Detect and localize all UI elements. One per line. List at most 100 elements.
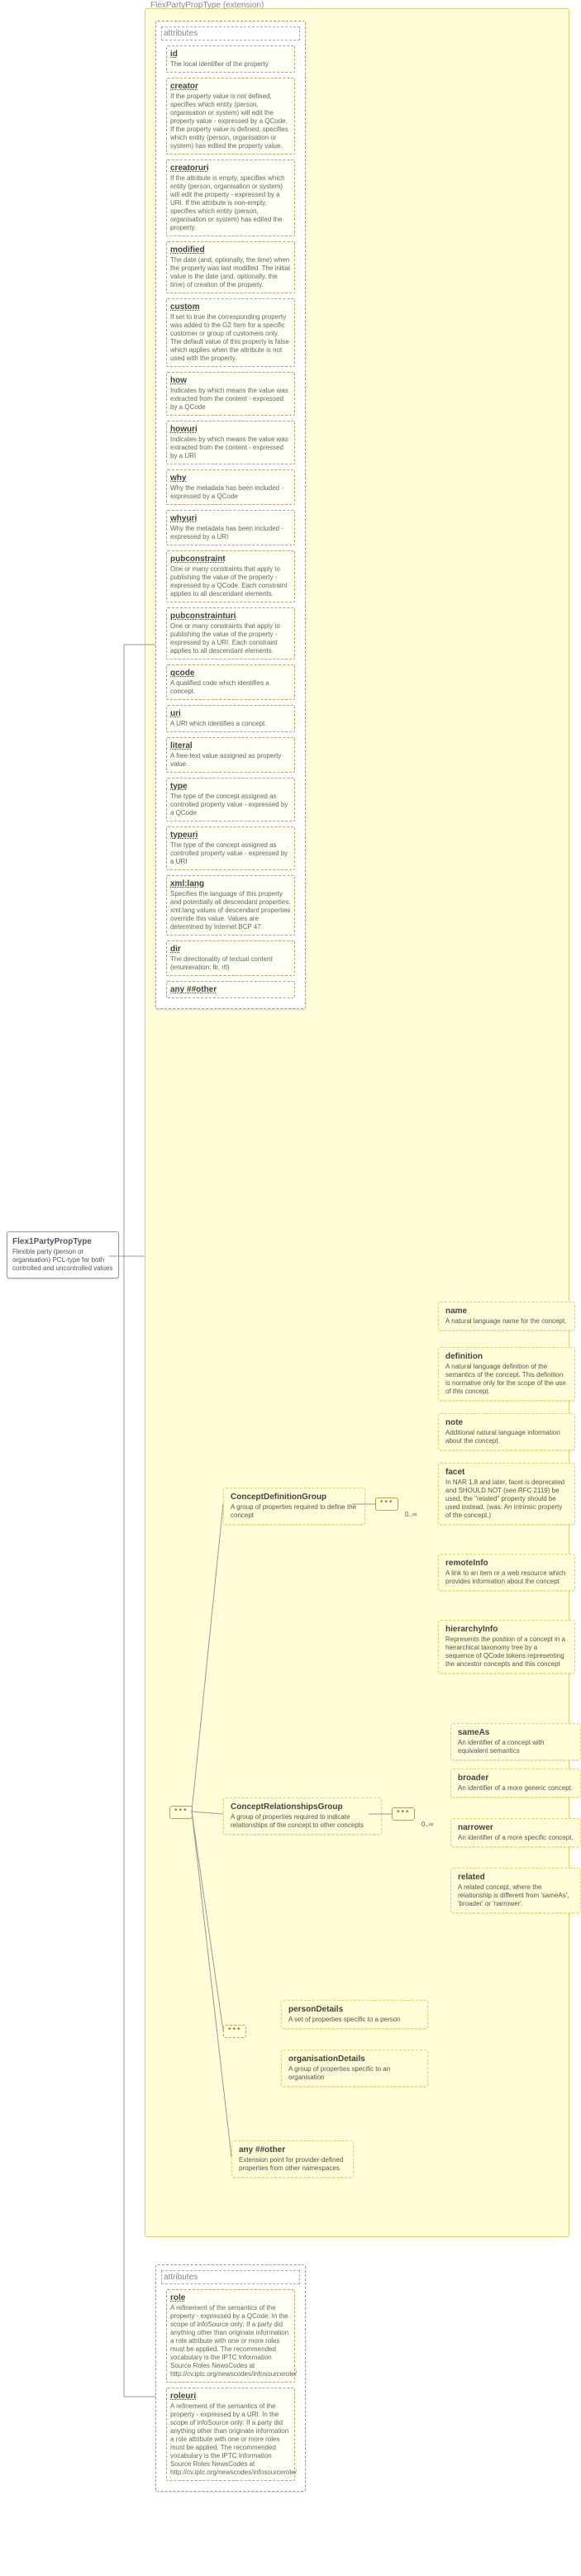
attr-typeuri: typeuriThe type of the concept assigned …	[166, 826, 295, 870]
attr-qcode: qcodeA qualified code which identifies a…	[166, 664, 295, 700]
el-desc: A related concept, where the relationshi…	[458, 1883, 574, 1908]
attr-desc: Why the metadata has been included - exp…	[170, 484, 291, 501]
el-desc: A link to an item or a web resource whic…	[445, 1569, 568, 1586]
attr-name: whyuri	[170, 514, 291, 523]
element-broader[interactable]: broaderAn identifier of a more generic c…	[450, 1769, 581, 1797]
attr-pubconstrainturi: pubconstrainturiOne or many constraints …	[166, 607, 295, 659]
crel-title: ConceptRelationshipsGroup	[231, 1802, 374, 1812]
attr-roleuri: roleuriA refinement of the semantics of …	[166, 2388, 295, 2481]
el-title: personDetails	[288, 2005, 421, 2014]
attr-desc: One or many constraints that apply to pu…	[170, 565, 291, 598]
attr-name: qcode	[170, 669, 291, 678]
element-personDetails[interactable]: personDetails A set of properties specifi…	[281, 2000, 428, 2029]
root-title: Flex1PartyPropType	[12, 1237, 113, 1246]
attr-name: type	[170, 782, 291, 791]
seq-cdef	[375, 1498, 398, 1511]
any-other-element[interactable]: any ##other Extension point for provider…	[231, 2140, 354, 2178]
attr-desc: If set to true the corresponding propert…	[170, 313, 291, 363]
element-hierarchyInfo[interactable]: hierarchyInfoRepresents the position of …	[438, 1620, 575, 1674]
el-title: organisationDetails	[288, 2055, 421, 2064]
attr-name: role	[170, 2293, 291, 2302]
attr-name: creator	[170, 82, 291, 91]
attr-name: modified	[170, 245, 291, 255]
el-title: facet	[445, 1468, 568, 1477]
extension-label: FlexPartyPropType (extension)	[150, 1, 264, 10]
attr-desc: The local identifier of the property	[170, 60, 291, 69]
attr-name: dir	[170, 945, 291, 954]
any2-desc: Extension point for provider-defined pro…	[239, 2156, 346, 2173]
attr-desc: A qualified code which identifies a conc…	[170, 679, 291, 696]
el-title: note	[445, 1418, 568, 1427]
attr-desc: Why the metadata has been included - exp…	[170, 525, 291, 541]
attr-name: id	[170, 50, 291, 59]
element-sameAs[interactable]: sameAs An identifier of a concept with eq…	[450, 1723, 581, 1760]
attr-name: howuri	[170, 425, 291, 434]
el-desc: A set of properties specific to a person	[288, 2016, 421, 2024]
el-title: related	[458, 1873, 574, 1882]
crel-occ: 0..∞	[421, 1821, 434, 1828]
crel-desc: A group of properties required to indica…	[231, 1813, 374, 1830]
root-node: Flex1PartyPropType Flexible party (perso…	[7, 1231, 119, 1278]
attr-name: why	[170, 474, 291, 483]
cdef-occ: 0..∞	[405, 1511, 417, 1518]
attr-type: type The type of the concept assigned as …	[166, 778, 295, 821]
attr-desc: The directionality of textual content (e…	[170, 955, 291, 972]
attr-name: custom	[170, 302, 291, 312]
attr-desc: A refinement of the semantics of the pro…	[170, 2304, 291, 2378]
attr-name: creatoruri	[170, 164, 291, 173]
attr-uri: uriA URI which identifies a concept.	[166, 705, 295, 732]
attr-name: pubconstrainturi	[170, 612, 291, 621]
any2-title: any ##other	[239, 2145, 346, 2155]
attr-creator: creatorIf the property value is not defi…	[166, 78, 295, 155]
attr-desc: One or many constraints that apply to pu…	[170, 622, 291, 655]
element-remoteInfo[interactable]: remoteInfoA link to an item or a web res…	[438, 1554, 575, 1591]
cdef-desc: A group of properties required to define…	[231, 1503, 358, 1520]
attr-dir: dirThe directionality of textual content…	[166, 940, 295, 976]
attr-desc: Specifies the language of this property …	[170, 890, 291, 931]
attr-id: idThe local identifier of the property	[166, 45, 295, 73]
element-organisationDetails[interactable]: organisationDetailsA group of properties…	[281, 2050, 428, 2087]
attr-name: any ##other	[170, 985, 291, 994]
seq-choice	[223, 2025, 246, 2038]
attr-name: xml:lang	[170, 879, 291, 888]
attr-why: whyWhy the metadata has been included - …	[166, 469, 295, 505]
element-name[interactable]: nameA natural language name for the conc…	[438, 1302, 575, 1331]
attr-name: pubconstraint	[170, 555, 291, 564]
attr-how: howIndicates by which means the value wa…	[166, 372, 295, 416]
element-related[interactable]: relatedA related concept, where the rela…	[450, 1868, 581, 1913]
attr-pubconstraint: pubconstraintOne or many constraints tha…	[166, 550, 295, 602]
concept-relationships-group[interactable]: ConceptRelationshipsGroup A group of pro…	[223, 1797, 382, 1835]
concept-definition-group[interactable]: ConceptDefinitionGroup A group of proper…	[223, 1488, 365, 1525]
seq-main	[169, 1806, 193, 1819]
attr-desc: A refinement of the semantics of the pro…	[170, 2402, 291, 2477]
el-title: sameAs	[458, 1728, 574, 1737]
attr-name: roleuri	[170, 2392, 291, 2401]
attr-desc: A URI which identifies a concept.	[170, 720, 291, 728]
attributes2-title: attributes	[161, 2270, 300, 2284]
element-definition[interactable]: definition A natural language definition …	[438, 1347, 575, 1401]
el-title: name	[445, 1307, 568, 1316]
attributes-box-1: attributes idThe local identifier of the…	[155, 21, 306, 1009]
el-title: broader	[458, 1774, 574, 1783]
el-title: hierarchyInfo	[445, 1625, 568, 1634]
el-desc: An identifier of a more specific concept…	[458, 1834, 574, 1842]
element-narrower[interactable]: narrower An identifier of a more specific…	[450, 1818, 581, 1847]
el-desc: A natural language definition of the sem…	[445, 1363, 568, 1396]
root-desc: Flexible party (person or organisation) …	[12, 1248, 113, 1273]
element-note[interactable]: noteAdditional natural language informat…	[438, 1413, 575, 1450]
attr-howuri: howuriIndicates by which means the value…	[166, 421, 295, 464]
attr-desc: The type of the concept assigned as cont…	[170, 793, 291, 817]
el-desc: An identifier of a concept with equivale…	[458, 1739, 574, 1755]
attr-role: role A refinement of the semantics of the…	[166, 2289, 295, 2383]
attributes-box-2: attributes role A refinement of the seman…	[155, 2264, 306, 2492]
attr-xml-lang: xml:lang Specifies the language of this p…	[166, 875, 295, 936]
attr-modified: modifiedThe date (and, optionally, the t…	[166, 241, 295, 293]
attr-any---other: any ##other	[166, 981, 295, 998]
element-facet[interactable]: facetIn NAR 1.8 and later, facet is depr…	[438, 1463, 575, 1525]
attr-custom: customIf set to true the corresponding p…	[166, 298, 295, 367]
el-title: narrower	[458, 1823, 574, 1832]
el-title: definition	[445, 1352, 568, 1361]
seq-crel	[392, 1807, 415, 1821]
attr-desc: If the attribute is empty, specifies whi…	[170, 174, 291, 232]
attr-name: how	[170, 376, 291, 385]
